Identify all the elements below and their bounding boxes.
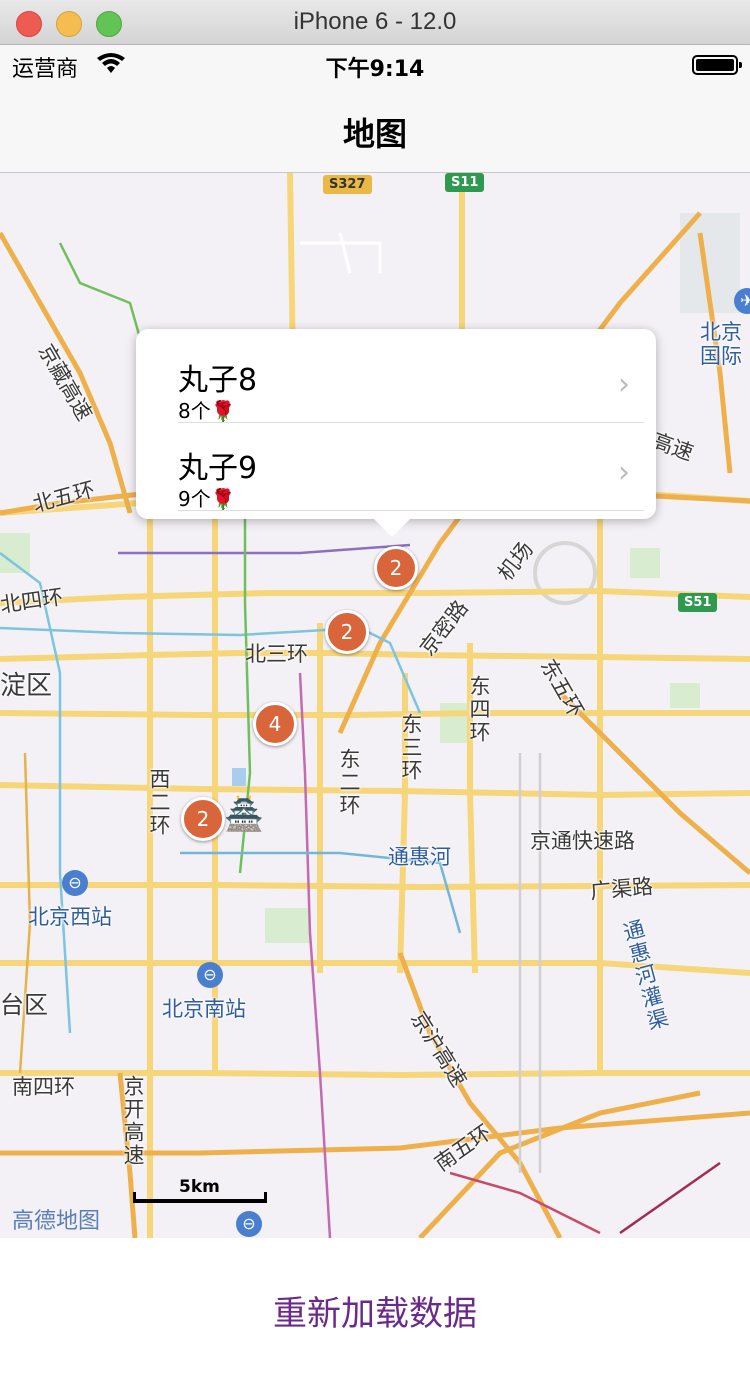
label-dongsanhuan: 东三环 [399, 713, 423, 782]
label-dongsihuan: 东四环 [467, 675, 491, 744]
chevron-right-icon: › [618, 455, 630, 490]
train-station-icon-west[interactable]: ⊖ [62, 870, 88, 896]
train-station-icon-south[interactable]: ⊖ [197, 962, 223, 988]
callout-row-title: 丸子9 [178, 451, 258, 486]
road-shield-s51: S51 [678, 593, 718, 612]
tiananmen-landmark-icon: 🏯 [224, 795, 264, 833]
status-time: 下午9:14 [325, 57, 425, 82]
label-haidian: 淀区 [0, 671, 53, 701]
label-nansihuan: 南四环 [12, 1075, 75, 1099]
callout-row-subtitle: 9个🌹 [178, 487, 236, 511]
callout-row-title: 丸子8 [178, 363, 258, 398]
row-divider [178, 422, 644, 423]
road-shield-s11: S11 [445, 173, 485, 192]
label-fengtai: 台区 [0, 991, 48, 1019]
map-brand-logo: 高德地图 [12, 1209, 101, 1234]
callout-row[interactable]: 丸子9 9个🌹 › [178, 425, 644, 511]
label-beijingxi: 北京西站 [28, 905, 112, 929]
reload-data-button[interactable]: 重新加载数据 [0, 1286, 750, 1335]
row-divider [178, 510, 644, 511]
bottom-bar: 重新加载数据 [0, 1238, 750, 1378]
chevron-right-icon: › [618, 367, 630, 402]
window-title: iPhone 6 - 12.0 [293, 8, 457, 35]
battery-icon [692, 55, 742, 75]
cluster-annotation[interactable]: 2 [374, 546, 418, 590]
scale-label: 5km [179, 1177, 220, 1197]
poi-icon[interactable]: ⊖ [236, 1211, 262, 1237]
callout-pointer [372, 517, 412, 537]
simulator-titlebar: iPhone 6 - 12.0 [0, 0, 750, 45]
label-tonghuihe: 通惠河 [388, 845, 451, 869]
label-beijingnan: 北京南站 [162, 997, 246, 1021]
cluster-annotation[interactable]: 4 [253, 702, 297, 746]
cluster-annotation[interactable]: 2 [325, 610, 369, 654]
nav-title: 地图 [342, 115, 407, 153]
label-xierhuan: 西二环 [147, 768, 171, 837]
map-view[interactable]: S327 S11 S51 京藏高速 北五环 北四环 淀区 北三环 京密路 机场 … [0, 173, 750, 1238]
label-guangqu: 广渠路 [589, 874, 655, 904]
callout-row-subtitle: 8个🌹 [178, 399, 236, 423]
road-shield-s327: S327 [323, 175, 372, 194]
label-dongerhuan: 东二环 [337, 748, 361, 817]
label-jingkai: 京开高速 [121, 1075, 145, 1167]
callout-row[interactable]: 丸子8 8个🌹 › [178, 337, 644, 423]
label-beijing-airport: 北京国际 [700, 320, 742, 368]
label-beisanhuan: 北三环 [245, 642, 308, 666]
cluster-annotation[interactable]: 2 [181, 797, 225, 841]
annotation-callout: 丸子8 8个🌹 › 丸子9 9个🌹 › [136, 329, 656, 537]
label-jingtong: 京通快速路 [530, 829, 635, 853]
navigation-area: 运营商 下午9:14 地图 [0, 45, 750, 173]
